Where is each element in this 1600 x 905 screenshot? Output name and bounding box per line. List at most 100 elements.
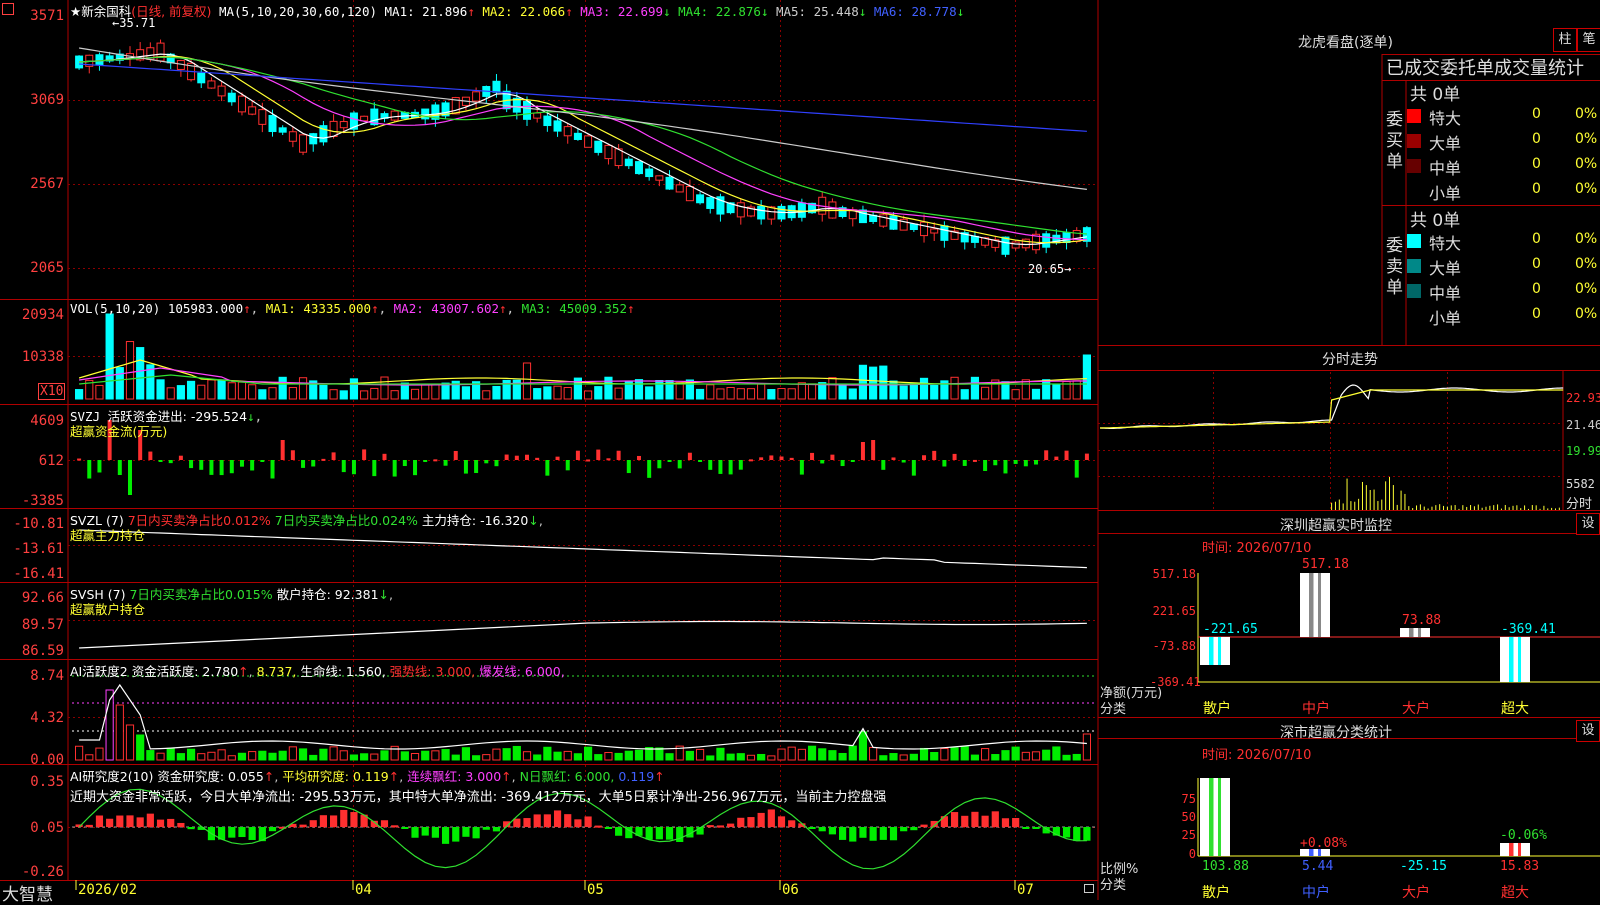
- candle-body: [736, 202, 745, 218]
- volume-bar: [584, 390, 593, 400]
- volume-bar: [95, 384, 104, 400]
- research-bar: [859, 827, 867, 838]
- monitor-value-retail: -221.65: [1203, 622, 1258, 637]
- flow-bar: [728, 460, 733, 475]
- volume-bar: [807, 383, 817, 400]
- research-bar: [839, 827, 847, 840]
- candle-body: [930, 228, 939, 234]
- volume-bar: [706, 384, 715, 400]
- candle-body: [573, 132, 582, 140]
- intraday-title[interactable]: 分时走势: [1322, 349, 1378, 369]
- column-view-button[interactable]: 柱: [1553, 28, 1577, 52]
- activity-bar: [889, 753, 898, 761]
- volume-bar: [441, 382, 450, 400]
- flow-bar: [514, 455, 519, 460]
- research-bar: [940, 816, 948, 827]
- activity-bar: [492, 748, 501, 761]
- flow-bar: [97, 460, 102, 473]
- tick-view-button[interactable]: 笔: [1577, 28, 1600, 52]
- research-bar: [991, 811, 999, 827]
- activity-bar: [472, 755, 481, 761]
- candle-body: [329, 120, 338, 137]
- candle-body: [268, 114, 277, 133]
- row-count: 0: [1532, 106, 1541, 122]
- research-bar: [971, 811, 979, 827]
- volume-bar: [1082, 354, 1091, 400]
- class-value-large: -25.15: [1400, 859, 1447, 874]
- flow-bar: [189, 460, 194, 469]
- ma4-value: MA4: 22.876: [678, 4, 761, 19]
- retail-hold-sub: 超赢散户持仓: [70, 602, 146, 617]
- row-count: 0: [1532, 306, 1541, 322]
- flow-bar: [911, 460, 916, 476]
- candle-body: [248, 106, 257, 115]
- research-bar: [167, 818, 175, 827]
- candle-body: [909, 223, 918, 230]
- volume-bar: [268, 387, 277, 400]
- activity-bar: [736, 753, 745, 761]
- research-bar: [187, 827, 195, 830]
- research-bar: [604, 827, 613, 829]
- main-hold-p3: 主力持仓: -16.320: [421, 513, 529, 528]
- volume-bar: [726, 386, 735, 400]
- research-bar: [1001, 818, 1010, 827]
- class-pct-mid: +0.08%: [1300, 836, 1347, 851]
- activity-bar: [1031, 751, 1041, 761]
- activity-bar: [604, 752, 613, 761]
- volume-bar: [329, 389, 338, 400]
- activity-bar: [787, 746, 796, 761]
- order-stat-title: 已成交委托单成交量统计: [1386, 58, 1584, 79]
- flow-axis-2: 612: [38, 453, 64, 469]
- volume-bar: [960, 389, 969, 400]
- flow-bar: [942, 460, 947, 467]
- volume-bar: [237, 381, 247, 400]
- activity-p2: 8.737,: [256, 664, 297, 679]
- monitor-settings-button[interactable]: 设: [1576, 513, 1600, 535]
- research-bar: [808, 827, 816, 829]
- volume-bar: [695, 388, 705, 400]
- flow-bar: [351, 460, 356, 475]
- candle-body: [655, 175, 664, 181]
- activity-bar: [584, 746, 593, 761]
- activity-bar: [940, 748, 949, 761]
- class-pct-super: -0.06%: [1500, 828, 1547, 843]
- activity-bar: [970, 754, 980, 761]
- activity-bar: [858, 731, 868, 761]
- activity-bar: [329, 746, 338, 761]
- volume-bar: [288, 387, 297, 400]
- candle-body: [584, 135, 593, 148]
- flow-bar: [77, 458, 82, 461]
- activity-bar: [512, 745, 521, 761]
- high-price-label: ←35.71: [112, 16, 156, 30]
- research-bar: [788, 820, 796, 827]
- flow-bar: [840, 460, 845, 467]
- activity-bar: [278, 750, 287, 761]
- flow-bar: [341, 460, 346, 473]
- candle-body: [685, 186, 694, 202]
- activity-title: AI活跃度2: [70, 664, 128, 679]
- research-bar: [136, 817, 144, 827]
- research-bar: [452, 827, 460, 842]
- candle-body: [258, 109, 267, 125]
- buy-row-m: 中单 0 0%: [1407, 154, 1600, 178]
- vol-title: VOL(5,10,20): [70, 301, 161, 316]
- research-comment: 近期大资金非常活跃，今日大单净流出: -295.53万元，其中特大单净流出: -…: [70, 790, 887, 805]
- flow-bar: [1074, 460, 1079, 478]
- volume-bar: [848, 388, 857, 400]
- research-bar: [889, 827, 898, 841]
- flow-bar: [148, 451, 153, 460]
- candle-body: [553, 120, 562, 132]
- flow-bar: [280, 440, 285, 460]
- class-settings-button[interactable]: 设: [1576, 720, 1600, 742]
- monitor-axis-3: -73.88: [1152, 639, 1196, 653]
- research-bar: [1012, 818, 1020, 827]
- volume-bar: [115, 367, 124, 400]
- activity-bar: [227, 755, 236, 761]
- activity-header: AI活跃度2 资金活跃度: 2.780↑, 8.737, 生命线: 1.560,…: [70, 664, 565, 679]
- lock-icon[interactable]: [1084, 884, 1094, 893]
- chart-canvas[interactable]: [0, 0, 1600, 900]
- activity-bar: [298, 748, 308, 761]
- ma4-arrow: ↓: [760, 4, 769, 19]
- research-bar: [523, 818, 531, 827]
- x-label-4: 06: [782, 882, 799, 898]
